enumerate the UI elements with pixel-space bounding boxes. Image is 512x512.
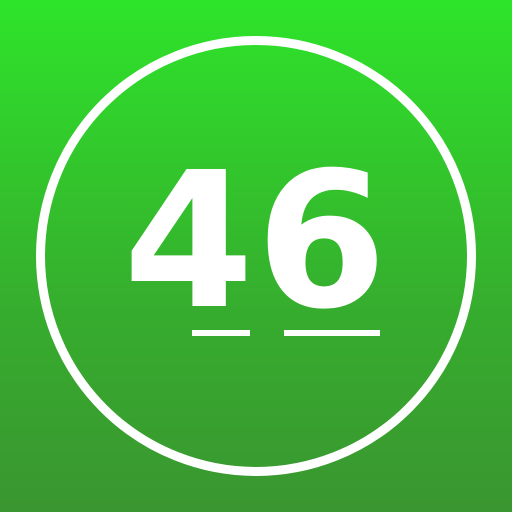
number-label: 46	[123, 132, 389, 351]
underline-mark	[284, 330, 380, 336]
app-icon: 46	[0, 0, 512, 512]
underline-mark	[192, 330, 250, 336]
